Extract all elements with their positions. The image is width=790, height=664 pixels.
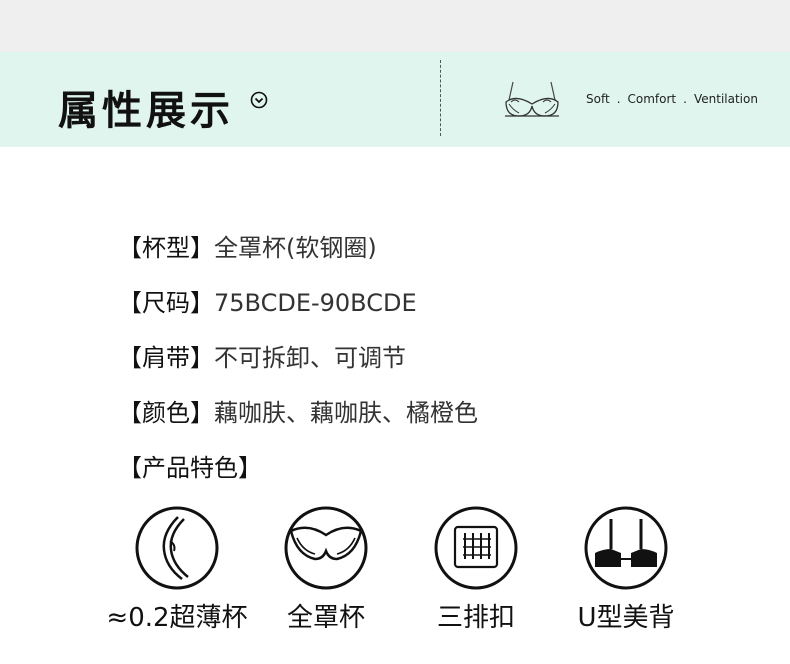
chevron-down-icon — [250, 91, 268, 109]
attr-color: 【颜色】藕咖肤、藕咖肤、橘橙色 — [118, 393, 478, 428]
u-back-icon — [584, 506, 668, 590]
attr-size: 【尺码】75BCDE-90BCDE — [118, 283, 417, 318]
page-title: 属性展示 — [58, 88, 234, 134]
attr-key: 【颜色】 — [118, 399, 214, 427]
tagline: Soft . Comfort . Ventilation — [586, 92, 758, 106]
header-divider — [440, 60, 441, 136]
feature-label-u-back: U型美背 — [577, 603, 675, 633]
attr-key: 【产品特色】 — [118, 454, 262, 482]
feature-label-thin-cup: ≈0.2超薄杯 — [106, 603, 248, 633]
feature-label-full-cup: 全罩杯 — [286, 603, 365, 633]
attr-value: 75BCDE-90BCDE — [214, 289, 417, 317]
attr-features-heading: 【产品特色】 — [118, 448, 262, 483]
attr-key: 【尺码】 — [118, 289, 214, 317]
attr-value: 不可拆卸、可调节 — [214, 344, 406, 372]
tagline-soft: Soft — [586, 92, 610, 106]
tagline-sep: . — [683, 92, 687, 106]
three-hook-icon — [434, 506, 518, 590]
attr-value: 藕咖肤、藕咖肤、橘橙色 — [214, 399, 478, 427]
attr-cup-type: 【杯型】全罩杯(软钢圈) — [118, 228, 377, 263]
tagline-sep: . — [616, 92, 621, 106]
attr-key: 【杯型】 — [118, 234, 214, 262]
thin-cup-icon — [135, 506, 219, 590]
attr-key: 【肩带】 — [118, 344, 214, 372]
attr-value: 全罩杯(软钢圈) — [214, 234, 377, 262]
attr-strap: 【肩带】不可拆卸、可调节 — [118, 338, 406, 373]
tagline-comfort: Comfort — [627, 92, 677, 106]
top-bar — [0, 0, 790, 52]
full-cup-icon — [284, 506, 368, 590]
bra-icon — [505, 81, 559, 117]
tagline-ventilation: Ventilation — [693, 92, 758, 106]
feature-label-three-hook: 三排扣 — [436, 603, 515, 633]
